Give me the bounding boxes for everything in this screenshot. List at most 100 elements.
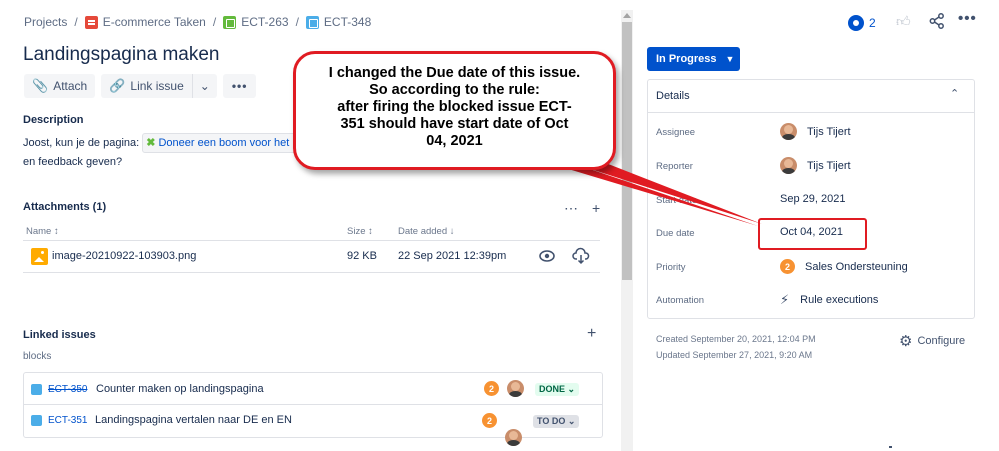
sort-icon: ↕ — [368, 226, 373, 237]
column-name[interactable]: Name ↕ — [26, 226, 59, 237]
breadcrumb-projects[interactable]: Projects — [24, 15, 67, 29]
automation-link: Rule executions — [800, 294, 879, 306]
lightning-bolt-icon: ⚡︎ — [780, 292, 790, 307]
linked-issue-key[interactable]: ECT-351 — [48, 415, 87, 426]
link-issue-label: Link issue — [130, 79, 184, 93]
configure-label: Configure — [917, 335, 966, 347]
add-icon[interactable]: + — [592, 200, 600, 217]
attach-label: Attach — [53, 79, 88, 93]
page-title[interactable]: Landingspagina maken — [23, 44, 220, 66]
link-icon: 🔗 — [109, 78, 126, 93]
field-label-automation: Automation — [656, 295, 705, 306]
reporter-name: Tijs Tijert — [807, 159, 851, 172]
breadcrumb-project[interactable]: E-commerce Taken — [84, 15, 206, 29]
share-icon[interactable] — [929, 13, 945, 29]
watch-button[interactable]: 2 — [848, 15, 876, 31]
status-transition-button[interactable]: In Progress ▼ — [647, 47, 740, 71]
chevron-down-icon: ⌄ — [567, 416, 576, 426]
priority-icon: 2 — [780, 259, 795, 274]
avatar — [780, 157, 797, 174]
paperclip-icon: 📎 — [32, 78, 49, 93]
add-link-icon[interactable]: + — [587, 325, 596, 343]
avatar — [780, 123, 797, 140]
download-cloud-icon[interactable] — [572, 247, 590, 265]
description-body[interactable]: Joost, kun je de pagina: ✖ Doneer een boo… — [23, 133, 313, 171]
column-size[interactable]: Size ↕ — [347, 226, 373, 237]
assignee-name: Tijs Tijert — [807, 125, 851, 138]
field-label-assignee: Assignee — [656, 127, 696, 138]
sort-desc-icon: ↓ — [449, 226, 455, 237]
breadcrumb-projects-label: Projects — [24, 15, 68, 29]
story-icon — [223, 15, 237, 29]
scroll-up-arrow-icon[interactable] — [623, 13, 631, 18]
status-label: In Progress — [656, 53, 717, 65]
column-name-label: Name — [26, 226, 52, 237]
eye-icon — [848, 15, 864, 31]
status-lozenge[interactable]: TO DO ⌄ — [533, 415, 580, 428]
attachment-size: 92 KB — [347, 250, 377, 262]
status-lozenge[interactable]: DONE ⌄ — [535, 383, 580, 396]
image-file-icon — [31, 248, 48, 265]
inline-link-label: Doneer een boom voor het pr — [158, 137, 303, 149]
issue-toolbar: 📎 Attach 🔗 Link issue ⌄ ••• — [24, 74, 257, 98]
linked-issue-summary[interactable]: Landingspagina vertalen naar DE en EN — [95, 414, 292, 426]
updated-date: Updated September 27, 2021, 9:20 AM — [656, 350, 813, 360]
field-label-due-date: Due date — [656, 228, 695, 239]
more-icon[interactable]: ••• — [958, 10, 977, 27]
field-value-start-date[interactable]: Sep 29, 2021 — [780, 193, 845, 205]
column-size-label: Size — [347, 226, 366, 237]
more-icon[interactable]: ⋯ — [564, 200, 578, 217]
field-label-start-date: Start date — [656, 195, 698, 206]
link-issue-button[interactable]: 🔗 Link issue ⌄ — [101, 74, 217, 98]
breadcrumb-parent-issue[interactable]: ECT-263 — [223, 15, 289, 29]
divider — [23, 272, 600, 273]
subtask-icon — [31, 384, 42, 395]
linked-issue-key[interactable]: ECT-350 — [48, 384, 87, 395]
divider — [23, 240, 600, 241]
annotation-line: 351 should have start date of Oct — [340, 116, 569, 132]
thumbs-up-icon[interactable]: 👍︎ — [896, 13, 911, 30]
status-label: TO DO — [537, 416, 566, 426]
attachment-filename[interactable]: image-20210922-103903.png — [52, 250, 196, 262]
column-date[interactable]: Date added ↓ — [398, 226, 455, 237]
more-actions-button[interactable]: ••• — [222, 74, 257, 98]
attachment-date: 22 Sep 2021 12:39pm — [398, 250, 507, 262]
preview-eye-icon[interactable] — [539, 249, 555, 263]
avatar[interactable] — [507, 380, 524, 397]
field-value-assignee[interactable]: Tijs Tijert — [780, 123, 851, 140]
inline-page-link[interactable]: ✖ Doneer een boom voor het pr — [142, 133, 307, 153]
divider — [24, 404, 602, 405]
avatar[interactable] — [505, 429, 522, 446]
linked-issues-heading: Linked issues — [23, 329, 96, 341]
breadcrumb-current-label: ECT-348 — [323, 15, 372, 29]
breadcrumb-current-issue[interactable]: ECT-348 — [305, 15, 372, 29]
breadcrumb-separator: / — [295, 15, 299, 29]
stray-mark — [889, 446, 892, 448]
priority-icon: 2 — [484, 381, 499, 396]
annotation-line: after firing the blocked issue ECT- — [337, 99, 572, 115]
gear-icon: ⚙ — [899, 333, 913, 350]
priority-name: Sales Ondersteuning — [805, 260, 908, 273]
created-date: Created September 20, 2021, 12:04 PM — [656, 334, 816, 344]
breadcrumb-parent-label: ECT-263 — [241, 15, 289, 29]
field-label-priority: Priority — [656, 262, 686, 273]
linked-issue-summary[interactable]: Counter maken op landingspagina — [96, 383, 264, 395]
chevron-down-icon: ▼ — [725, 54, 735, 64]
description-heading: Description — [23, 114, 84, 126]
chevron-down-icon: ⌄ — [567, 384, 576, 394]
watchers-count: 2 — [869, 16, 876, 30]
breadcrumb-separator: / — [74, 15, 78, 29]
field-value-priority[interactable]: 2 Sales Ondersteuning — [780, 259, 908, 274]
link-issue-main[interactable]: 🔗 Link issue — [101, 74, 193, 98]
attach-button[interactable]: 📎 Attach — [24, 74, 96, 98]
annotation-line: 04, 2021 — [426, 133, 483, 149]
scrollbar-thumb[interactable] — [622, 22, 632, 280]
breadcrumb-separator: / — [212, 15, 217, 29]
chevron-up-icon[interactable]: ⌃ — [950, 87, 959, 100]
details-heading[interactable]: Details — [656, 90, 690, 102]
field-value-reporter[interactable]: Tijs Tijert — [780, 157, 851, 174]
configure-button[interactable]: ⚙ Configure — [899, 332, 965, 350]
breadcrumb-project-label: E-commerce Taken — [102, 15, 206, 29]
chevron-down-icon[interactable]: ⌄ — [193, 74, 217, 98]
field-value-automation[interactable]: ⚡︎ Rule executions — [780, 292, 878, 308]
